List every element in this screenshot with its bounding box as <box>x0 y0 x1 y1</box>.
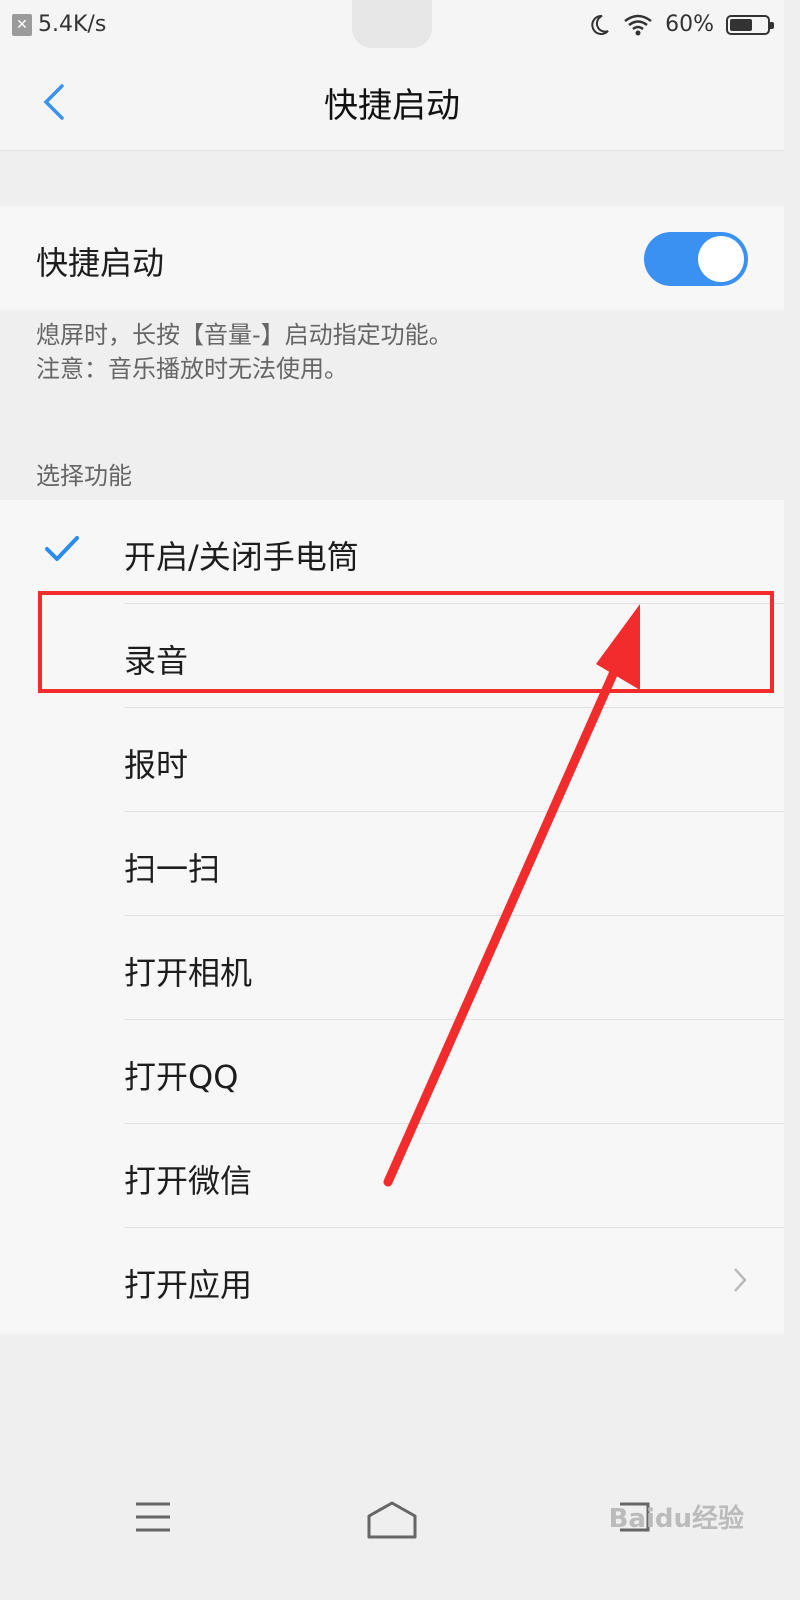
annotation-arrow <box>383 604 640 1187</box>
watermark: Baidu经验 <box>608 1504 744 1534</box>
home-icon[interactable] <box>366 1500 418 1540</box>
menu-icon[interactable] <box>134 1500 172 1534</box>
